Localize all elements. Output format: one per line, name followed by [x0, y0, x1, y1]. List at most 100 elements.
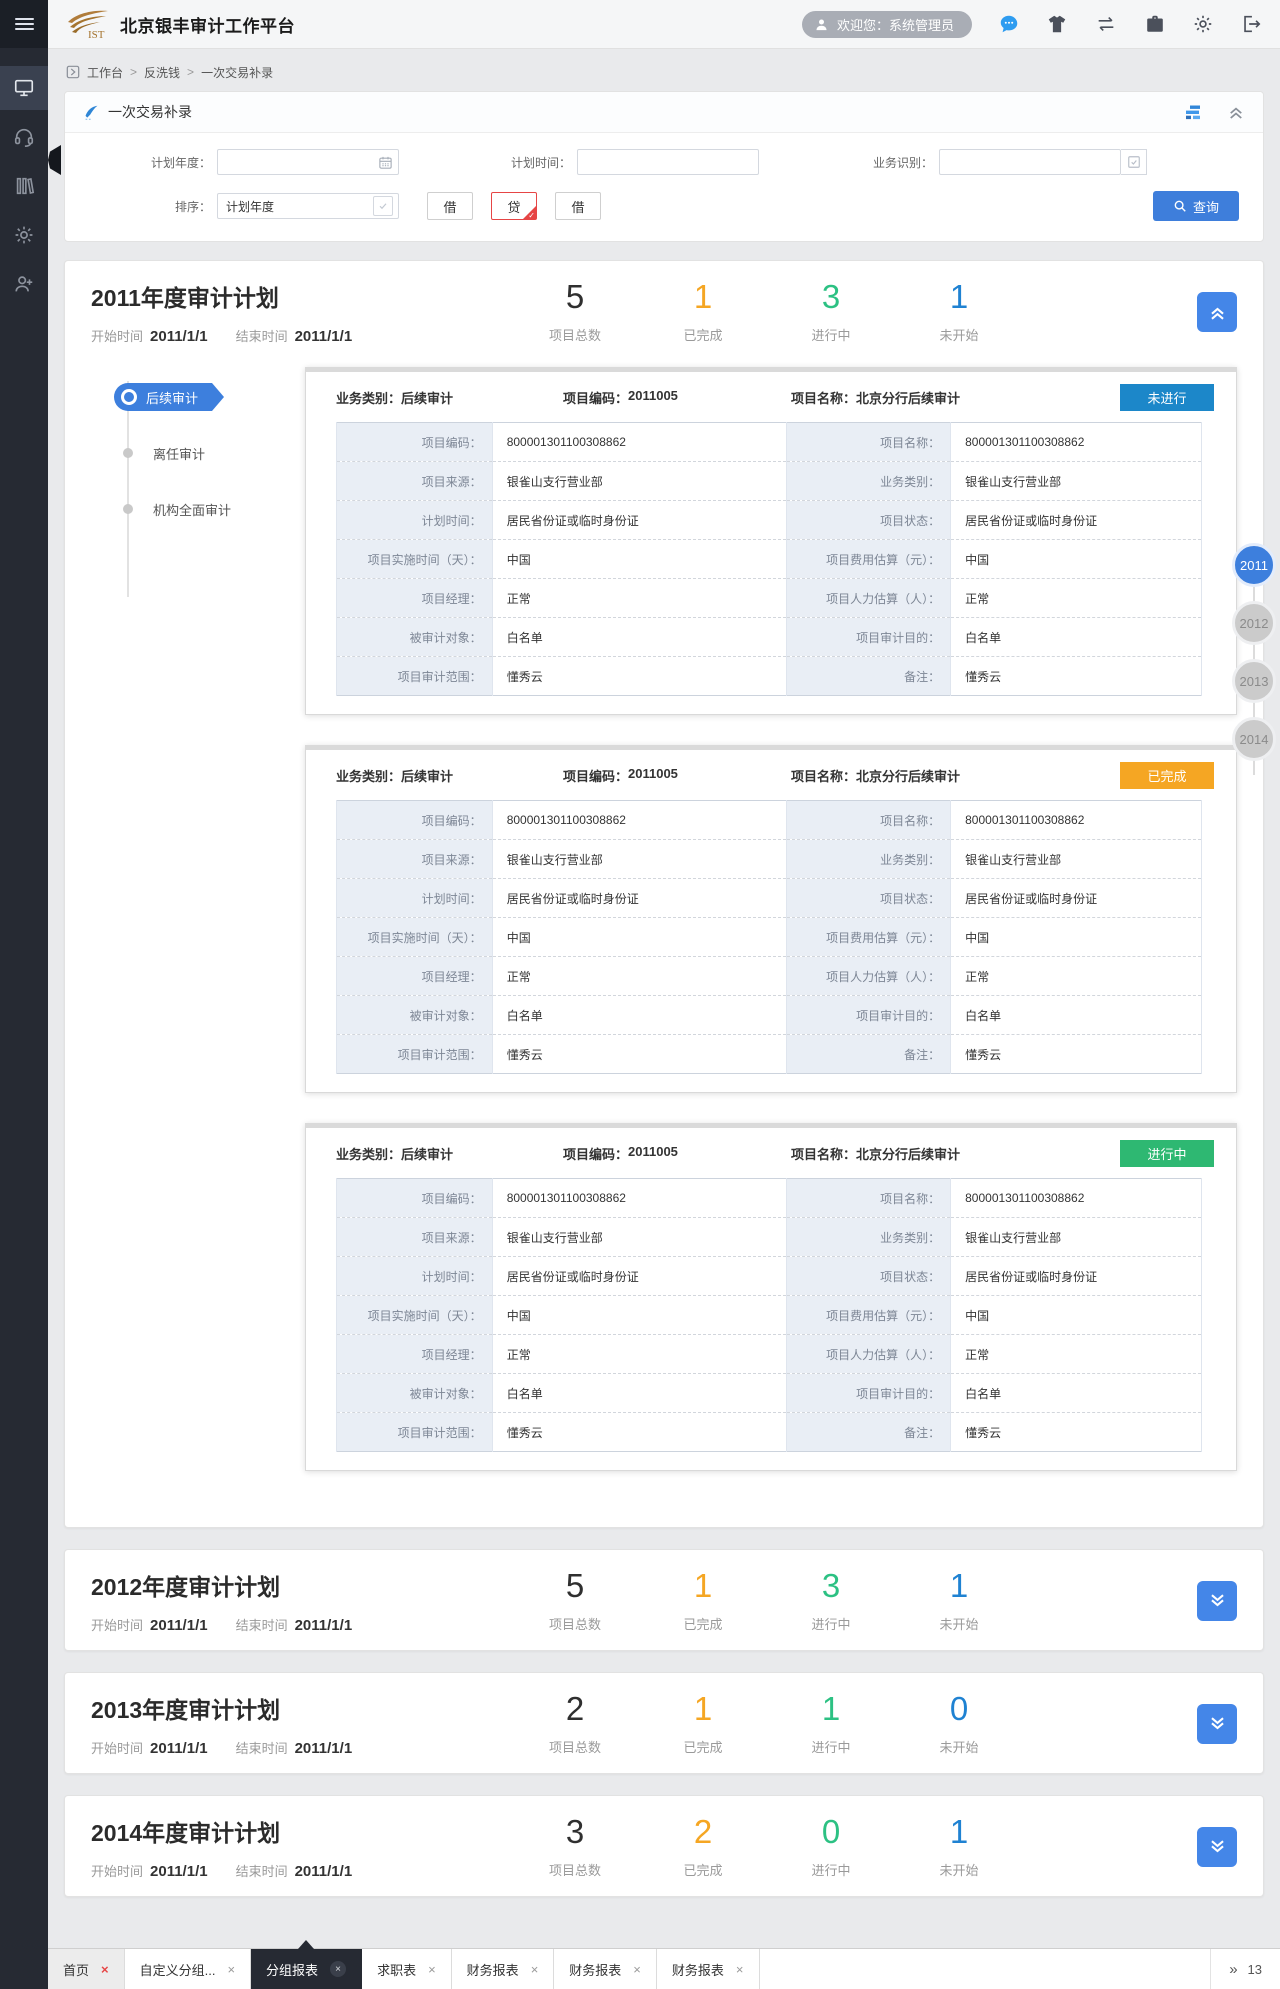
- logo-swoosh-icon: IST: [62, 8, 114, 40]
- stat-label: 进行中: [767, 1737, 895, 1756]
- field-label: 项目审计范围：: [337, 657, 493, 696]
- tab[interactable]: 求职表 ×: [362, 1949, 452, 1989]
- tab-close-icon[interactable]: ×: [531, 1962, 539, 1977]
- tab[interactable]: 首页×: [48, 1949, 125, 1989]
- year-rail-item[interactable]: 2012: [1232, 601, 1276, 645]
- plan-year-input[interactable]: [217, 149, 399, 175]
- plan-title-block: 2014年度审计计划开始时间2011/1/1结束时间2011/1/1: [91, 1814, 456, 1880]
- monitor-icon: [13, 77, 35, 99]
- breadcrumb-item[interactable]: 反洗钱: [144, 64, 180, 81]
- plan-title: 2014年度审计计划: [91, 1814, 456, 1848]
- field-value: 懂秀云: [492, 1035, 786, 1074]
- field-value: 北京分行后续审计: [856, 766, 960, 785]
- expand-plan-button[interactable]: [1197, 1581, 1237, 1621]
- tab[interactable]: 财务报表×: [657, 1949, 760, 1989]
- check-square-icon: [1127, 155, 1141, 169]
- theme-shirt-icon[interactable]: [1046, 13, 1068, 35]
- panel-collapse-handle[interactable]: [48, 145, 61, 175]
- biz-id-input[interactable]: [939, 149, 1121, 175]
- tab[interactable]: 自定义分组...×: [125, 1949, 251, 1989]
- sidebar-item-workbench[interactable]: [0, 66, 48, 110]
- plan-card-header: 2013年度审计计划开始时间2011/1/1结束时间2011/1/12项目总数1…: [65, 1673, 1263, 1773]
- collapse-plan-button[interactable]: [1197, 292, 1237, 332]
- date-value: 2011/1/1: [150, 1617, 208, 1634]
- plan-2011-body: 后续审计离任审计机构全面审计 业务类别：后续审计项目编码：2011005项目名称…: [65, 361, 1263, 1527]
- filter-bars-icon[interactable]: [1183, 103, 1203, 122]
- swap-arrows-icon[interactable]: [1094, 13, 1118, 35]
- tab-close-icon[interactable]: ×: [101, 1962, 109, 1977]
- plan-stats: 5项目总数1已完成3进行中1未开始: [456, 280, 1197, 344]
- plan-time-input[interactable]: [577, 149, 759, 175]
- flow-step-dot-icon: [123, 448, 133, 458]
- field-label: 项目状态：: [786, 1257, 950, 1296]
- toggle-button[interactable]: 借: [555, 192, 601, 220]
- settings-gear-icon[interactable]: [1192, 13, 1214, 35]
- tab-close-icon[interactable]: ×: [736, 1962, 744, 1977]
- sidebar-item-support[interactable]: [0, 115, 48, 159]
- tab-close-icon[interactable]: ×: [330, 1961, 346, 1977]
- stat-number: 1: [895, 280, 1023, 315]
- year-rail-item[interactable]: 2013: [1232, 659, 1276, 703]
- tab-close-icon[interactable]: ×: [227, 1962, 235, 1977]
- flow-step[interactable]: 机构全面审计: [91, 495, 305, 523]
- field-label: 项目状态：: [786, 501, 950, 540]
- field-value: 正常: [492, 1335, 786, 1374]
- field-label: 项目人力估算（人）：: [786, 579, 950, 618]
- toggle-button[interactable]: 贷: [491, 192, 537, 220]
- flow-step[interactable]: 后续审计: [91, 383, 305, 411]
- tab-overflow-icon[interactable]: »: [1229, 1961, 1237, 1978]
- stat-done: 1已完成: [639, 280, 767, 344]
- briefcase-icon[interactable]: [1144, 13, 1166, 35]
- breadcrumb-item[interactable]: 工作台: [87, 64, 123, 81]
- search-form: 计划年度： 计划时间：: [65, 133, 1263, 241]
- field-value: 银雀山支行营业部: [492, 1218, 786, 1257]
- field-value: 800001301100308862: [951, 801, 1202, 840]
- biz-id-picker-button[interactable]: [1121, 149, 1147, 175]
- field-label: 项目费用估算（元）：: [786, 540, 950, 579]
- plan-time-label: 计划时间：: [479, 154, 571, 171]
- breadcrumb-item[interactable]: 一次交易补录: [201, 64, 273, 81]
- tab[interactable]: 财务报表 ×: [452, 1949, 555, 1989]
- plan-title: 2011年度审计计划: [91, 279, 456, 313]
- year-rail-item[interactable]: 2011: [1232, 543, 1276, 587]
- toggle-button[interactable]: 借: [427, 192, 473, 220]
- field-label: 项目审计范围：: [337, 1035, 493, 1074]
- year-rail-item[interactable]: 2014: [1232, 717, 1276, 761]
- project-detail-card: 业务类别：后续审计项目编码：2011005项目名称：北京分行后续审计已完成项目编…: [305, 745, 1237, 1093]
- tab-label: 求职表: [377, 1960, 416, 1979]
- field-label: 备注：: [786, 1035, 950, 1074]
- workspace: 工作台>反洗钱>一次交易补录 一次交易补录 计划年度：: [48, 49, 1280, 1940]
- calendar-icon[interactable]: [378, 155, 393, 170]
- status-badge: 已完成: [1120, 762, 1214, 789]
- sidebar-item-reports[interactable]: [0, 164, 48, 208]
- svg-text:IST: IST: [88, 29, 105, 40]
- flow-step[interactable]: 离任审计: [91, 439, 305, 467]
- date-label: 结束时间: [236, 329, 288, 344]
- expand-plan-button[interactable]: [1197, 1827, 1237, 1867]
- date-group: 开始时间2011/1/1: [91, 326, 208, 345]
- tab-label: 财务报表: [467, 1960, 519, 1979]
- search-button[interactable]: 查询: [1153, 191, 1239, 221]
- tab[interactable]: 分组报表 ×: [251, 1949, 362, 1989]
- tab-close-icon[interactable]: ×: [633, 1962, 641, 1977]
- check-square-icon[interactable]: [373, 196, 393, 216]
- tab-label: 分组报表: [266, 1960, 318, 1979]
- stat-number: 3: [511, 1815, 639, 1850]
- user-welcome-badge[interactable]: 欢迎您：系统管理员: [802, 11, 972, 38]
- sort-select[interactable]: [217, 193, 399, 219]
- date-value: 2011/1/1: [150, 328, 208, 345]
- sidebar-item-system[interactable]: [0, 213, 48, 257]
- field-value: 白名单: [951, 618, 1202, 657]
- tab-label: 财务报表: [569, 1960, 621, 1979]
- sidebar-item-user-admin[interactable]: [0, 262, 48, 306]
- expand-plan-button[interactable]: [1197, 1704, 1237, 1744]
- double-chevron-up-icon[interactable]: [1227, 103, 1245, 121]
- hamburger-menu-button[interactable]: [0, 0, 48, 48]
- bottom-tabbar: 首页×自定义分组...×分组报表×求职表×财务报表×财务报表×财务报表×»13: [48, 1948, 1280, 1989]
- tab[interactable]: 财务报表 ×: [554, 1949, 657, 1989]
- logout-icon[interactable]: [1240, 13, 1262, 35]
- plan-card-collapsed: 2012年度审计计划开始时间2011/1/1结束时间2011/1/15项目总数1…: [64, 1549, 1264, 1651]
- field-label: 计划时间：: [337, 501, 493, 540]
- chat-bubble-icon[interactable]: [998, 13, 1020, 35]
- tab-close-icon[interactable]: ×: [428, 1962, 436, 1977]
